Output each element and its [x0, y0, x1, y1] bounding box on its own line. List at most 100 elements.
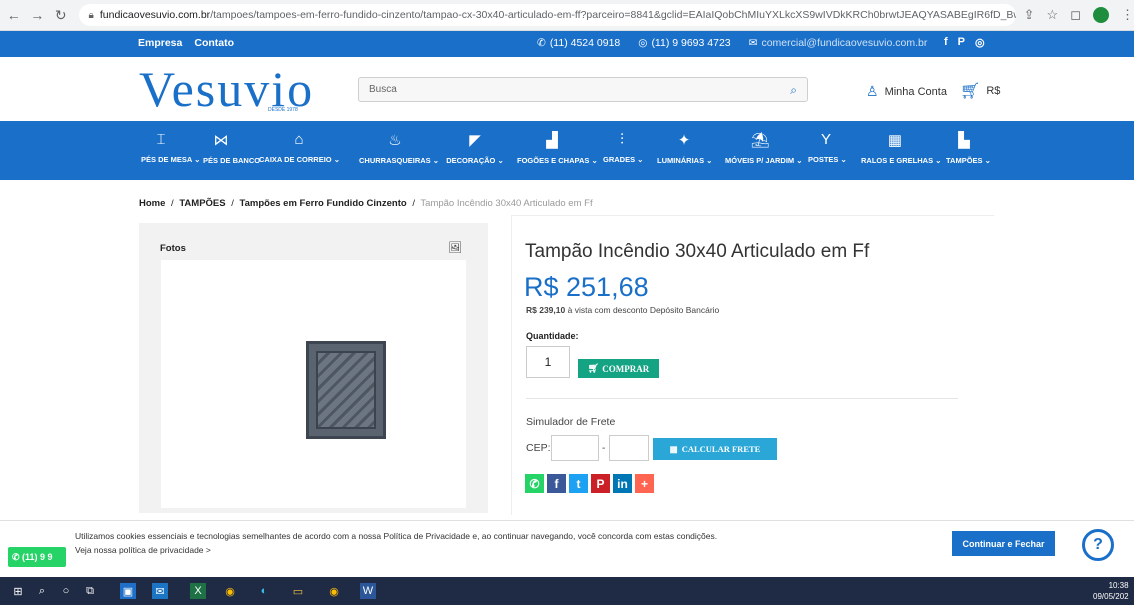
facebook-icon[interactable]: f [944, 36, 948, 49]
chrome-active-icon[interactable]: ◉ [326, 583, 342, 599]
account-label: Minha Conta [884, 85, 947, 98]
word-icon[interactable]: W [360, 583, 376, 599]
link-empresa[interactable]: Empresa [138, 37, 182, 49]
search-input[interactable]: Busca ⌕ [358, 77, 808, 102]
whatsapp-icon: ✆ [12, 551, 23, 562]
cat-decoracao[interactable]: ◤ DECORAÇÃO ⌄ [446, 131, 504, 165]
cep-field-1[interactable] [551, 435, 599, 461]
cat-caixa-de-correio[interactable]: ⌂ CAIXA DE CORREIO ⌄ [259, 131, 340, 164]
site-header: Vesuvio DESDE 1978 Busca ⌕ ♙ Minha Conta… [0, 57, 1134, 121]
cart-link[interactable]: 🛒︎ R$ [960, 81, 1000, 101]
forward-icon[interactable]: → [28, 7, 48, 23]
whatsapp-contact[interactable]: ◎ (11) 9 9693 4723 [638, 37, 730, 49]
mailbox-icon: ⌂ [294, 131, 304, 148]
breadcrumb-tampoes[interactable]: TAMPÕES [179, 198, 225, 209]
breadcrumb-separator: / [231, 198, 234, 209]
calculate-label: CALCULAR FRETE [681, 444, 761, 454]
account-link[interactable]: ♙ Minha Conta [866, 83, 947, 100]
start-icon[interactable]: ⊞ [10, 583, 26, 599]
cep-label: CEP: [526, 442, 551, 454]
quantity-input[interactable]: 1 [526, 346, 570, 378]
category-nav: ⌶ PÉS DE MESA ⌄ ⋈ PÉS DE BANCO ⌂ CAIXA DE C… [0, 121, 1134, 180]
facebook-share-icon[interactable]: f [547, 474, 566, 493]
linkedin-share-icon[interactable]: in [613, 474, 632, 493]
edge-icon[interactable]: ◐ [256, 583, 272, 599]
excel-icon[interactable]: X [190, 583, 206, 599]
privacy-policy-link[interactable]: Veja nossa política de privacidade > [75, 543, 717, 557]
lamp-icon: ✦ [677, 132, 691, 149]
decoration-icon: ◤ [469, 132, 481, 149]
buy-button[interactable]: 🛒︎ COMPRAR [578, 359, 659, 378]
search-icon[interactable]: ⌕ [790, 83, 797, 98]
bookmark-star-icon[interactable]: ☆ [1047, 7, 1059, 23]
accept-cookies-button[interactable]: Continuar e Fechar [952, 531, 1055, 556]
whatsapp-number: (11) 9 9693 4723 [651, 37, 731, 49]
cat-ralos-e-grelhas[interactable]: ▦ RALOS E GRELHAS ⌄ [861, 131, 941, 165]
cat-pes-de-mesa[interactable]: ⌶ PÉS DE MESA ⌄ [141, 131, 200, 164]
whatsapp-share-icon[interactable]: ✆ [525, 474, 544, 493]
cat-tampoes[interactable]: ▙ TAMPÕES ⌄ [946, 131, 991, 165]
cat-churrasqueiras[interactable]: ♨ CHURRASQUEIRAS ⌄ [359, 131, 439, 165]
cookie-banner: Utilizamos cookies essenciais e tecnolog… [0, 520, 1134, 576]
breadcrumb-category[interactable]: Tampões em Ferro Fundido Cinzento [240, 198, 407, 209]
cat-pes-de-banco[interactable]: ⋈ PÉS DE BANCO [203, 131, 260, 165]
whatsapp-float-button[interactable]: ✆ (11) 9 9 [8, 547, 66, 567]
url-path: /tampoes/tampoes-em-ferro-fundido-cinzen… [210, 9, 1016, 21]
whatsapp-icon: ◎ [638, 37, 648, 49]
file-explorer-icon[interactable]: ▭ [290, 583, 306, 599]
cat-fogoes-e-chapas[interactable]: ▟ FOGÕES E CHAPAS ⌄ [517, 131, 598, 165]
stove-icon: ▟ [546, 132, 558, 149]
cat-grades[interactable]: ⫶ GRADES ⌄ [603, 131, 643, 164]
phone-contact[interactable]: ✆ (11) 4524 0918 [537, 37, 620, 49]
whatsapp-float-number: (11) 9 9 [22, 552, 53, 562]
system-clock: 10:38 09/05/202 [1093, 580, 1129, 602]
breadcrumb-separator: / [412, 198, 415, 209]
more-share-icon[interactable]: + [635, 474, 654, 493]
calculate-shipping-button[interactable]: ▦ CALCULAR FRETE [653, 438, 777, 460]
email-contact[interactable]: ✉ comercial@fundicaovesuvio.com.br [749, 37, 928, 49]
product-title: Tampão Incêndio 30x40 Articulado em Ff [525, 241, 870, 262]
product-image[interactable] [161, 260, 466, 508]
chrome-icon[interactable]: ◉ [222, 583, 238, 599]
image-icon[interactable]: 🖼︎ [448, 241, 462, 254]
reload-icon[interactable]: ↻ [51, 7, 71, 24]
cortana-icon[interactable]: ○ [58, 583, 74, 599]
tab-view-icon[interactable]: ◻ [1070, 7, 1081, 23]
address-bar[interactable]: 🔒︎ fundicaovesuvio.com.br /tampoes/tampo… [78, 4, 1016, 26]
cat-moveis-p-jardim[interactable]: ⛱ MÓVEIS P/ JARDIM ⌄ [725, 131, 803, 165]
product-price: R$ 251,68 [524, 272, 649, 302]
breadcrumb-home[interactable]: Home [139, 198, 165, 209]
browser-menu-icon[interactable]: ⋮ [1121, 7, 1134, 23]
cep-field-2[interactable] [609, 435, 649, 461]
shipping-title: Simulador de Frete [526, 416, 616, 428]
help-icon[interactable]: ? [1082, 529, 1114, 561]
search-icon[interactable]: ⌕ [34, 583, 50, 599]
store-icon[interactable]: ▣ [120, 583, 136, 599]
profile-avatar[interactable] [1093, 7, 1109, 23]
manhole-icon: ▙ [958, 132, 970, 149]
pinterest-share-icon[interactable]: P [591, 474, 610, 493]
cat-label: PÉS DE MESA ⌄ [141, 155, 201, 164]
share-page-icon[interactable]: ⇪ [1024, 7, 1035, 23]
share-bar: ✆ f t P in + [525, 474, 654, 493]
cep-dash: - [602, 443, 606, 454]
phone-icon: ✆ [537, 37, 546, 49]
pinterest-icon[interactable]: P [958, 36, 965, 49]
twitter-share-icon[interactable]: t [569, 474, 588, 493]
cat-label: DECORAÇÃO ⌄ [446, 156, 504, 165]
cat-label: MÓVEIS P/ JARDIM ⌄ [725, 156, 803, 165]
cash-price-note: R$ 239,10 à vista com desconto Depósito … [526, 305, 719, 315]
quantity-label: Quantidade: [526, 331, 579, 341]
cat-label: RALOS E GRELHAS ⌄ [861, 156, 942, 165]
task-view-icon[interactable]: ⧉ [82, 583, 98, 599]
cookie-message: Utilizamos cookies essenciais e tecnolog… [75, 531, 718, 541]
instagram-icon[interactable]: ◎ [975, 36, 985, 49]
cat-luminarias[interactable]: ✦ LUMINÁRIAS ⌄ [657, 131, 712, 165]
browser-toolbar: ← → ↻ 🔒︎ fundicaovesuvio.com.br /tampoes… [0, 0, 1134, 31]
cat-postes[interactable]: Y POSTES ⌄ [808, 131, 847, 164]
back-icon[interactable]: ← [4, 7, 24, 23]
cash-price: R$ 239,10 [526, 305, 566, 315]
link-contato[interactable]: Contato [194, 37, 234, 49]
grill-icon: ♨ [388, 132, 402, 149]
mail-icon[interactable]: ✉ [152, 583, 168, 599]
